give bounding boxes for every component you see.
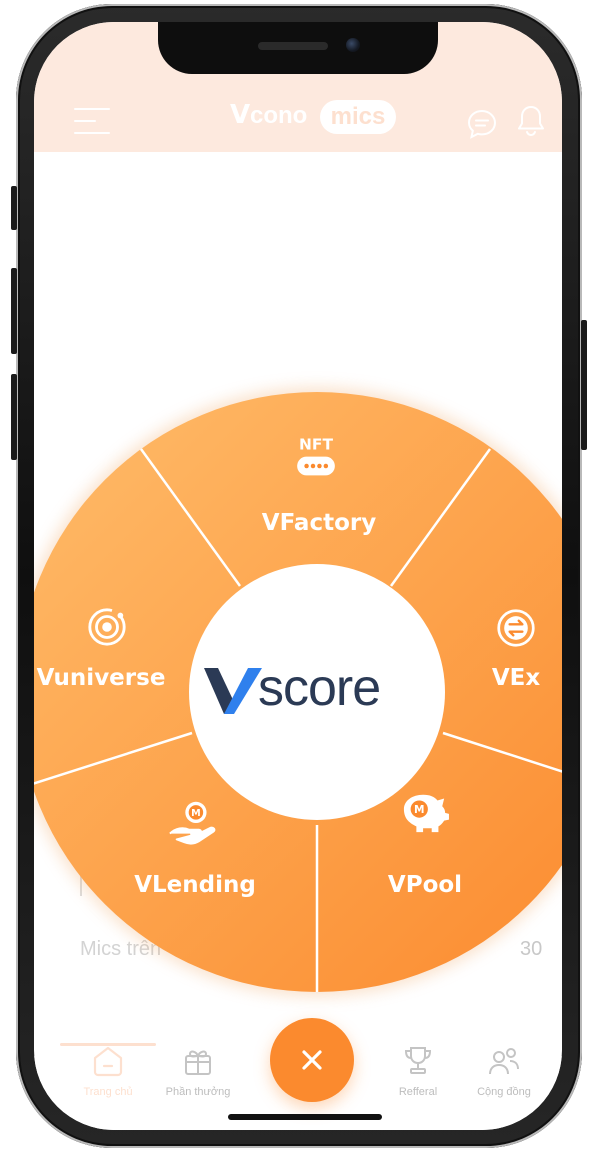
device-frame: V cono mics Mics trên 30 score NFT VFact…	[0, 0, 595, 1152]
background-row-fragment	[80, 874, 96, 896]
gift-icon	[185, 1050, 211, 1075]
app-logo: V cono mics	[230, 100, 400, 140]
piggy-bank-icon: M	[403, 794, 449, 833]
nav-item-referral[interactable]: Refferal	[370, 1044, 466, 1114]
radial-disc	[34, 392, 562, 992]
exchange-icon	[497, 609, 535, 647]
svg-text:M: M	[414, 804, 424, 816]
close-menu-button[interactable]	[270, 1018, 354, 1102]
vscore-logo[interactable]: score	[204, 658, 434, 738]
community-icon	[489, 1048, 519, 1075]
speaker-grille	[258, 42, 328, 50]
center-hub	[189, 564, 445, 820]
logo-text-mics: mics	[330, 103, 386, 130]
bell-icon[interactable]	[516, 104, 546, 138]
menu-item-vex[interactable]: VEx	[486, 665, 546, 691]
nav-label-community: Cộng đồng	[477, 1086, 531, 1098]
volume-down-button	[11, 374, 17, 460]
chat-icon[interactable]	[466, 108, 498, 140]
logo-v: V	[230, 100, 250, 130]
background-row-label: Mics trên	[80, 938, 162, 960]
close-icon	[302, 1050, 322, 1070]
hand-coin-icon: M	[169, 801, 216, 845]
background-row-value: 30	[520, 938, 543, 960]
menu-item-vfactory[interactable]: VFactory	[244, 510, 394, 536]
nav-item-rewards[interactable]: Phần thưởng	[150, 1044, 246, 1114]
app-screen: V cono mics Mics trên 30 score NFT VFact…	[34, 22, 562, 1130]
home-icon	[93, 1046, 123, 1077]
logo-pill: mics	[320, 100, 396, 134]
menu-item-vuniverse[interactable]: Vuniverse	[34, 665, 186, 691]
nav-label-rewards: Phần thưởng	[165, 1086, 231, 1098]
nav-label-referral: Refferal	[398, 1086, 438, 1098]
svg-text:NFT: NFT	[299, 436, 333, 454]
trophy-icon	[404, 1047, 432, 1074]
volume-up-button	[11, 268, 17, 354]
radial-menu: score NFT VFactory VEx M VPool M VLendin…	[34, 22, 562, 1130]
nft-icon: NFT	[297, 436, 335, 476]
radial-menu-graphic	[34, 388, 562, 996]
nav-item-home[interactable]: Trang chủ	[60, 1044, 156, 1114]
home-indicator[interactable]	[228, 1114, 382, 1120]
svg-text:M: M	[191, 808, 201, 819]
vscore-v-mark	[204, 668, 262, 714]
menu-item-vlending[interactable]: VLending	[120, 872, 270, 898]
camera-icon	[346, 38, 360, 52]
silent-switch	[11, 186, 17, 230]
nav-label-home: Trang chủ	[83, 1086, 133, 1098]
power-button	[581, 320, 587, 450]
logo-text-cono: cono	[250, 102, 308, 129]
menu-item-vpool[interactable]: VPool	[370, 872, 480, 898]
vscore-text: score	[258, 659, 381, 717]
notch	[158, 22, 438, 74]
nav-item-community[interactable]: Cộng đồng	[456, 1044, 552, 1114]
hamburger-menu-icon[interactable]	[74, 108, 110, 134]
orbit-icon	[88, 608, 126, 646]
